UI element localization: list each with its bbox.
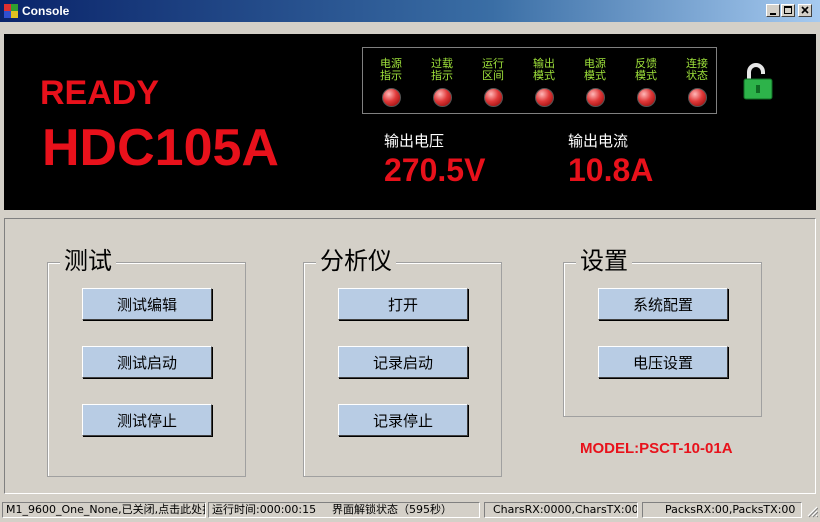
led-icon [534, 88, 554, 107]
analyzer-open-button[interactable]: 打开 [338, 288, 468, 320]
maximize-icon [784, 6, 792, 14]
indicator-feedback-mode: 反馈 模式 [626, 58, 666, 107]
close-button[interactable] [798, 4, 812, 17]
minimize-button[interactable] [766, 4, 780, 17]
output-voltage-value: 270.5V [384, 152, 486, 188]
led-icon [636, 88, 656, 107]
packets-counter: PacksRX:00,PacksTX:00 [642, 502, 802, 518]
test-edit-button[interactable]: 测试编辑 [82, 288, 212, 320]
test-group-title: 测试 [60, 247, 116, 275]
indicator-overload: 过载 指示 [422, 58, 462, 107]
led-icon [483, 88, 503, 107]
app-icon [4, 4, 18, 18]
output-voltage-label: 输出电压 [384, 132, 445, 150]
record-start-button[interactable]: 记录启动 [338, 346, 468, 378]
unlock-status: 界面解锁状态（595秒） [330, 502, 480, 518]
indicator-power: 电源 指示 [371, 58, 411, 107]
analyzer-group: 分析仪 打开 记录启动 记录停止 [303, 247, 502, 477]
window-title: Console [22, 4, 70, 18]
led-icon [687, 88, 707, 107]
device-model-text: HDC105A [42, 119, 279, 177]
chars-counter: CharsRX:0000,CharsTX:0000 [484, 502, 638, 518]
runtime-status: 运行时间:000:00:15 [208, 502, 332, 518]
title-bar[interactable]: Console [0, 0, 820, 22]
minimize-icon [770, 13, 776, 15]
indicator-run-range: 运行 区间 [473, 58, 513, 107]
close-icon [801, 6, 809, 14]
maximize-button[interactable] [781, 4, 795, 17]
indicator-panel: 电源 指示 过载 指示 运行 区间 输出 模式 电源 模式 反馈 模式 连接 状… [362, 47, 717, 114]
record-stop-button[interactable]: 记录停止 [338, 404, 468, 436]
led-icon [585, 88, 605, 107]
indicator-power-mode: 电源 模式 [575, 58, 615, 107]
settings-group: 设置 系统配置 电压设置 [563, 247, 762, 417]
serial-port-status[interactable]: M1_9600_One_None,已关闭,点击此处打 [2, 502, 206, 518]
resize-grip-icon[interactable] [806, 504, 818, 518]
status-display-panel: READY HDC105A 电源 指示 过载 指示 运行 区间 输出 模式 电源… [4, 34, 816, 210]
output-current-value: 10.8A [568, 152, 654, 188]
test-group: 测试 测试编辑 测试启动 测试停止 [47, 247, 246, 477]
device-status-text: READY [40, 74, 160, 112]
unlock-icon[interactable] [742, 62, 774, 100]
model-number-text: MODEL:PSCT-10-01A [580, 440, 733, 457]
output-current-label: 输出电流 [568, 132, 629, 150]
test-stop-button[interactable]: 测试停止 [82, 404, 212, 436]
analyzer-group-title: 分析仪 [316, 247, 396, 275]
test-start-button[interactable]: 测试启动 [82, 346, 212, 378]
led-icon [432, 88, 452, 107]
voltage-settings-button[interactable]: 电压设置 [598, 346, 728, 378]
settings-group-title: 设置 [576, 247, 632, 275]
system-config-button[interactable]: 系统配置 [598, 288, 728, 320]
indicator-connection: 连接 状态 [677, 58, 717, 107]
led-icon [381, 88, 401, 107]
status-bar: M1_9600_One_None,已关闭,点击此处打 运行时间:000:00:1… [0, 500, 820, 522]
indicator-output-mode: 输出 模式 [524, 58, 564, 107]
